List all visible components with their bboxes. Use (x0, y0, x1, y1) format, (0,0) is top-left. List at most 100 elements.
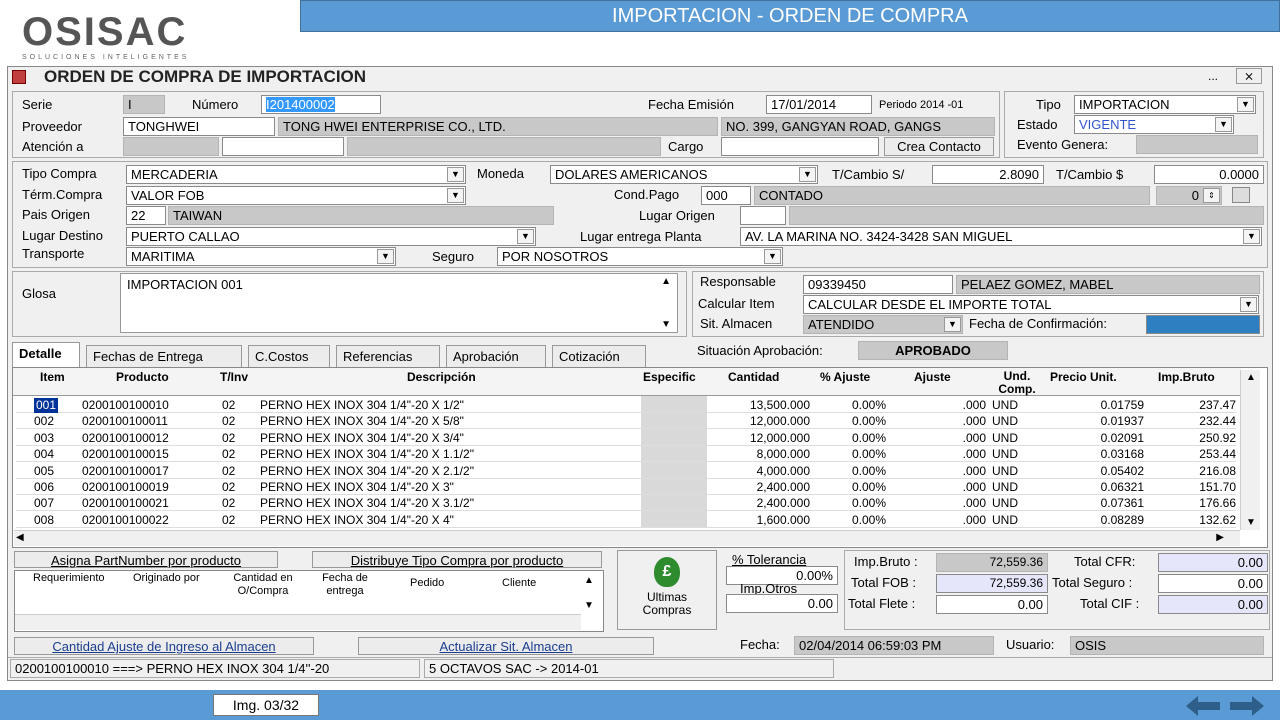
distribuye-tipo-button[interactable]: Distribuye Tipo Compra por producto (312, 551, 602, 568)
tipo-select[interactable]: IMPORTACION ▼ (1074, 95, 1256, 114)
scroll-up-icon[interactable]: ▲ (584, 575, 594, 586)
table-row[interactable]: 004 0200100100015 02 PERNO HEX INOX 304 1/4… (16, 447, 1236, 463)
proveedor-name-field: TONG HWEI ENTERPRISE CO., LTD. (278, 117, 718, 136)
chevron-down-icon[interactable]: ▼ (1243, 229, 1260, 244)
chevron-down-icon[interactable]: ▼ (799, 167, 816, 182)
cell-precio: 0.08289 (1100, 512, 1144, 527)
tc-s-field[interactable]: 2.8090 (932, 165, 1044, 184)
proveedor-code-field[interactable]: TONGHWEI (123, 117, 275, 136)
scroll-down-icon[interactable]: ▼ (661, 319, 671, 330)
lugar-destino-select[interactable]: PUERTO CALLAO ▼ (126, 227, 536, 246)
col-cantidad: Cantidad (728, 370, 780, 384)
scroll-left-icon[interactable]: ◀ (16, 532, 24, 543)
table-row[interactable]: 001 0200100100010 02 PERNO HEX INOX 304 1/4… (16, 398, 1236, 413)
cond-name: CONTADO (759, 188, 824, 203)
table-row[interactable]: 005 0200100100017 02 PERNO HEX INOX 304 1/4… (16, 464, 1236, 479)
sub-grid-hscroll[interactable] (15, 614, 581, 630)
responsable-code-field[interactable]: 09339450 (803, 275, 953, 294)
scroll-down-icon[interactable]: ▼ (1246, 517, 1256, 528)
cargo-field[interactable] (721, 137, 879, 156)
cell-descripcion: PERNO HEX INOX 304 1/4"-20 X 1/2" (260, 398, 464, 412)
chevron-down-icon[interactable]: ▼ (447, 167, 464, 182)
total-seguro-label: Total Seguro : (1052, 575, 1133, 590)
prev-arrow-icon[interactable] (1186, 696, 1220, 716)
table-row[interactable]: 006 0200100100019 02 PERNO HEX INOX 304 1/4… (16, 480, 1236, 495)
table-row[interactable]: 003 0200100100012 02 PERNO HEX INOX 304 1/4… (16, 431, 1236, 446)
table-row[interactable]: 002 0200100100011 02 PERNO HEX INOX 304 1/4… (16, 414, 1236, 430)
fecha-emision-field[interactable]: 17/01/2014 (766, 95, 872, 114)
scroll-up-icon[interactable]: ▲ (661, 276, 671, 287)
atencion-code-field[interactable] (123, 137, 219, 156)
chevron-down-icon[interactable]: ▼ (764, 249, 781, 264)
estado-select[interactable]: VIGENTE ▼ (1074, 115, 1234, 134)
transporte-label: Transporte (22, 246, 85, 261)
proveedor-addr-field: NO. 399, GANGYAN ROAD, GANGS (721, 117, 995, 136)
tab-referencias[interactable]: Referencias (336, 345, 440, 367)
chevron-down-icon[interactable]: ▼ (944, 317, 961, 332)
chevron-down-icon[interactable]: ▼ (447, 188, 464, 203)
total-flete-field[interactable]: 0.00 (936, 595, 1048, 614)
chevron-down-icon[interactable]: ▼ (377, 249, 394, 264)
term-select[interactable]: VALOR FOB ▼ (126, 186, 466, 205)
tab-ccostos[interactable]: C.Costos (248, 345, 330, 367)
sit-select[interactable]: ATENDIDO ▼ (803, 315, 963, 334)
cell-und: UND (992, 398, 1018, 412)
calcular-select[interactable]: CALCULAR DESDE EL IMPORTE TOTAL ▼ (803, 295, 1259, 314)
total-seguro-field[interactable]: 0.00 (1158, 574, 1268, 593)
cell-precio: 0.06321 (1100, 480, 1144, 494)
table-row[interactable]: 008 0200100100022 02 PERNO HEX INOX 304 1/4… (16, 513, 1236, 528)
cell-item: 003 (34, 430, 55, 445)
tab-fechas-entrega[interactable]: Fechas de Entrega (86, 345, 242, 367)
spin-field[interactable]: 0 ⇕ (1156, 186, 1222, 205)
next-arrow-icon[interactable] (1230, 696, 1264, 716)
numero-field[interactable]: I201400002 (261, 95, 381, 114)
chevron-down-icon[interactable]: ▼ (1215, 117, 1232, 132)
cell-impbruto: 176.66 (1199, 496, 1236, 511)
more-button[interactable]: ... (1208, 69, 1218, 83)
status-left-text: 0200100100010 ===> PERNO HEX INOX 304 1/… (15, 661, 330, 676)
total-fob-label: Total FOB : (851, 575, 917, 590)
actualizar-sit-button[interactable]: Actualizar Sit. Almacen (358, 637, 654, 655)
tipo-compra-select[interactable]: MERCADERIA ▼ (126, 165, 466, 184)
asigna-partnumber-button[interactable]: Asigna PartNumber por producto (14, 551, 278, 568)
imp-bruto-label: Imp.Bruto : (854, 554, 918, 569)
cell-impbruto: 237.47 (1199, 398, 1236, 412)
pais-code-field[interactable]: 22 (126, 206, 166, 225)
close-icon[interactable]: ⨯ (1236, 68, 1262, 84)
atencion-field[interactable] (222, 137, 344, 156)
lugar-origen-code-field[interactable] (740, 206, 786, 225)
moneda-select[interactable]: DOLARES AMERICANOS ▼ (550, 165, 818, 184)
tab-aprobacion[interactable]: Aprobación (446, 345, 546, 367)
scroll-right-icon[interactable]: ▶ (1216, 532, 1224, 543)
scroll-down-icon[interactable]: ▼ (584, 600, 594, 611)
lugar-planta-select[interactable]: AV. LA MARINA NO. 3424-3428 SAN MIGUEL ▼ (740, 227, 1262, 246)
ultimas-compras-button[interactable]: £ Ultimas Compras (617, 550, 717, 630)
cell-ajuste: .000 (962, 447, 986, 462)
tc-d-field[interactable]: 0.0000 (1154, 165, 1264, 184)
crea-contacto-button[interactable]: Crea Contacto (884, 137, 994, 156)
serie-field[interactable]: I (123, 95, 165, 114)
transporte-select[interactable]: MARITIMA ▼ (126, 247, 396, 266)
scroll-up-icon[interactable]: ▲ (1246, 372, 1256, 383)
grid-vscroll[interactable]: ▲ ▼ (1240, 370, 1260, 530)
chevron-down-icon[interactable]: ▼ (517, 229, 534, 244)
imp-otros-field[interactable]: 0.00 (726, 594, 838, 613)
cell-cantidad: 1,600.000 (756, 512, 810, 527)
cond-code-field[interactable]: 000 (701, 186, 751, 205)
grid-hscroll[interactable]: ◀ ▶ (14, 530, 1240, 546)
print-icon[interactable] (1232, 187, 1250, 203)
spinner-icon[interactable]: ⇕ (1203, 188, 1220, 203)
fecha-conf-field[interactable] (1146, 315, 1260, 334)
sub-col-pedido: Pedido (410, 577, 445, 589)
cantidad-ajuste-link[interactable]: Cantidad Ajuste de Ingreso al Almacen (14, 637, 314, 655)
chevron-down-icon[interactable]: ▼ (1237, 97, 1254, 112)
status-right: 5 OCTAVOS SAC -> 2014-01 (424, 659, 834, 678)
glosa-textarea[interactable]: IMPORTACION 001 ▲ ▼ (120, 273, 678, 333)
chevron-down-icon[interactable]: ▼ (1240, 297, 1257, 312)
tab-detalle[interactable]: Detalle (12, 342, 80, 368)
evento-field[interactable] (1136, 135, 1258, 154)
table-row[interactable]: 007 0200100100021 02 PERNO HEX INOX 304 1/4… (16, 496, 1236, 512)
cell-producto: 0200100100010 (82, 398, 169, 412)
seguro-select[interactable]: POR NOSOTROS ▼ (497, 247, 783, 266)
tab-cotizacion[interactable]: Cotización (552, 345, 646, 367)
